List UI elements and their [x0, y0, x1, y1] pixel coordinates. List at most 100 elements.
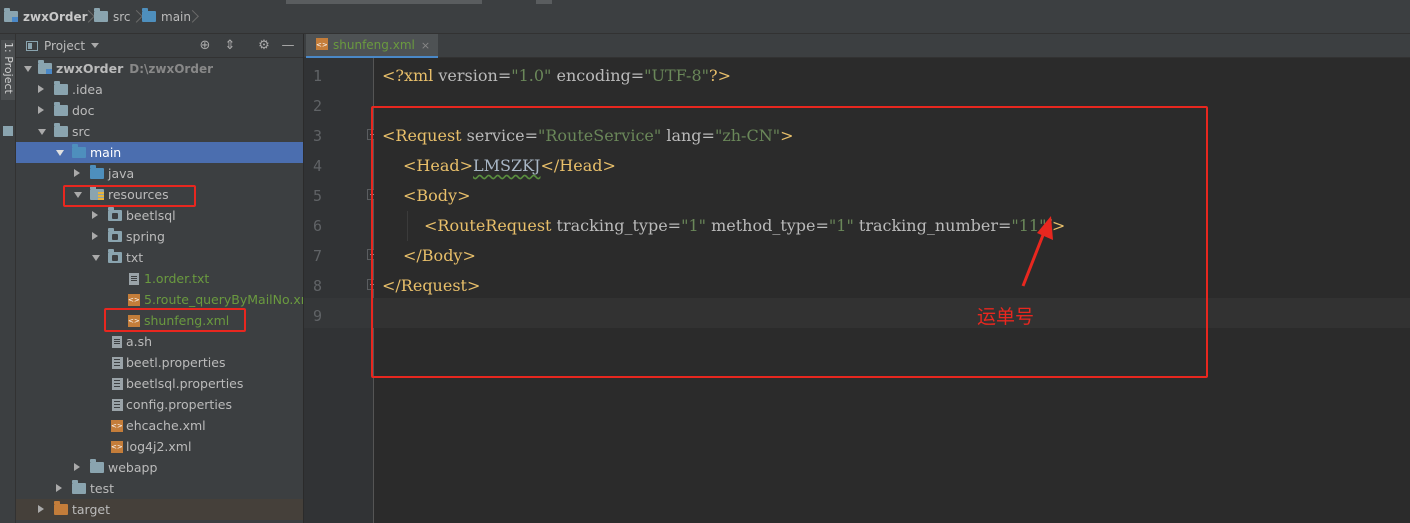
tree-item-label: txt — [126, 250, 144, 265]
collapse-arrow-icon[interactable] — [74, 169, 80, 177]
annotation-note: 运单号 — [977, 306, 1035, 328]
close-icon[interactable]: × — [421, 39, 430, 52]
tree-item-main[interactable]: main — [16, 142, 303, 163]
breadcrumb-main[interactable]: main — [142, 7, 191, 27]
package-icon — [108, 249, 122, 263]
properties-file-icon — [112, 378, 123, 390]
tree-item-label: doc — [72, 103, 95, 118]
collapse-all-icon[interactable]: ⇕ — [222, 38, 238, 54]
properties-file-icon — [112, 399, 123, 411]
line-number: 1 — [312, 67, 322, 85]
folder-icon — [142, 8, 156, 22]
tree-item-label: src — [72, 124, 91, 139]
tree-item-idea[interactable]: .idea — [16, 79, 303, 100]
line-number: 2 — [312, 97, 322, 115]
properties-file-icon — [112, 357, 123, 369]
expand-arrow-icon[interactable] — [92, 255, 100, 261]
tree-item-label: beetlsql — [126, 208, 176, 223]
collapse-arrow-icon[interactable] — [38, 106, 44, 114]
tab-shunfeng-xml[interactable]: shunfeng.xml× — [306, 34, 439, 58]
tree-item-a-sh[interactable]: a.sh — [16, 331, 303, 352]
expand-arrow-icon[interactable] — [38, 129, 46, 135]
tree-item-beetlsql-properties[interactable]: beetlsql.properties — [16, 373, 303, 394]
tree-item-label: .idea — [72, 82, 103, 97]
toolbar-fragment — [536, 0, 552, 4]
line-number: 5 — [312, 187, 322, 205]
tree-item-label: beetlsql.properties — [126, 376, 244, 391]
excluded-folder-icon — [54, 501, 68, 515]
line-number: 4 — [312, 157, 322, 175]
tree-item-beetl-properties[interactable]: beetl.properties — [16, 352, 303, 373]
gear-icon[interactable]: ⚙ — [256, 38, 272, 54]
xml-file-icon — [111, 437, 123, 458]
project-panel-header: Project ⊕ ⇕ ⚙ — — [16, 34, 303, 58]
tree-item-zwxorder[interactable]: zwxOrder D:\zwxOrder — [16, 58, 303, 79]
collapse-arrow-icon[interactable] — [92, 211, 98, 219]
structure-icon[interactable] — [3, 126, 13, 136]
xml-file-icon — [128, 290, 140, 311]
collapse-arrow-icon[interactable] — [38, 505, 44, 513]
folder-icon — [72, 480, 86, 494]
line-number: 3 — [312, 127, 322, 145]
tree-item-order-txt[interactable]: 1.order.txt — [16, 268, 303, 289]
annotation-arrow-icon — [1021, 216, 1053, 287]
scroll-from-source-icon[interactable]: ⊕ — [197, 38, 213, 54]
tree-item-label: log4j2.xml — [126, 439, 192, 454]
module-folder-icon — [4, 8, 18, 22]
folder-icon — [94, 8, 108, 22]
tree-item-test[interactable]: test — [16, 478, 303, 499]
tree-item-src[interactable]: src — [16, 121, 303, 142]
code-line-1: <?xml version="1.0" encoding="UTF-8"?> — [382, 66, 731, 85]
text-file-icon — [129, 273, 139, 285]
tree-item-label: beetl.properties — [126, 355, 226, 370]
tree-item-webapp[interactable]: webapp — [16, 457, 303, 478]
collapse-arrow-icon[interactable] — [38, 85, 44, 93]
line-number: 7 — [312, 247, 322, 265]
tree-item-ehcache-xml[interactable]: ehcache.xml — [16, 415, 303, 437]
tree-item-beetlsql[interactable]: beetlsql — [16, 205, 303, 226]
tree-item-label: main — [90, 145, 122, 160]
tree-item-label: zwxOrder D:\zwxOrder — [56, 61, 213, 76]
folder-icon — [54, 81, 68, 95]
tree-item-label: webapp — [108, 460, 158, 475]
collapse-arrow-icon[interactable] — [56, 484, 62, 492]
project-view-selector[interactable]: Project — [26, 37, 100, 55]
tree-item-label: a.sh — [126, 334, 153, 349]
tree-item-spring[interactable]: spring — [16, 226, 303, 247]
project-tool-window-button[interactable]: 1: Project — [1, 40, 15, 100]
collapse-arrow-icon[interactable] — [74, 463, 80, 471]
tool-window-strip: 1: Project — [0, 34, 16, 523]
module-folder-icon — [38, 60, 52, 74]
hide-panel-icon[interactable]: — — [280, 38, 296, 54]
source-folder-icon — [90, 165, 104, 179]
toolbar-fragment — [286, 0, 482, 4]
tree-item-log4j2-xml[interactable]: log4j2.xml — [16, 436, 303, 458]
collapse-arrow-icon[interactable] — [92, 232, 98, 240]
expand-arrow-icon[interactable] — [56, 150, 64, 156]
project-path-hint: D:\zwxOrder — [129, 62, 213, 76]
tree-item-label: ehcache.xml — [126, 418, 206, 433]
folder-icon — [54, 102, 68, 116]
highlight-box-code — [371, 106, 1208, 378]
line-number: 8 — [312, 277, 322, 295]
tree-item-label: 5.route_queryByMailNo.xml — [144, 292, 304, 307]
line-number: 9 — [312, 307, 322, 325]
tree-item-java[interactable]: java — [16, 163, 303, 184]
tree-item-config-properties[interactable]: config.properties — [16, 394, 303, 415]
tree-item-target[interactable]: target — [16, 499, 303, 520]
breadcrumb-project[interactable]: zwxOrder — [4, 7, 88, 27]
project-panel: Project ⊕ ⇕ ⚙ — zwxOrder D:\zwxOrder .ide… — [16, 34, 304, 523]
tree-item-route-query-xml[interactable]: 5.route_queryByMailNo.xml — [16, 289, 304, 311]
text-file-icon — [112, 336, 122, 348]
chevron-down-icon — [91, 43, 100, 48]
tree-item-txt[interactable]: txt — [16, 247, 303, 268]
breadcrumb-src[interactable]: src — [94, 7, 131, 27]
package-icon — [108, 228, 122, 242]
tree-item-label: spring — [126, 229, 165, 244]
highlight-box-resources — [63, 185, 196, 207]
tree-item-label: java — [108, 166, 135, 181]
editor-gutter: 1 2 3 4 5 6 7 8 9 — [304, 58, 378, 523]
expand-arrow-icon[interactable] — [24, 66, 32, 72]
tree-item-doc[interactable]: doc — [16, 100, 303, 121]
folder-icon — [72, 144, 86, 158]
